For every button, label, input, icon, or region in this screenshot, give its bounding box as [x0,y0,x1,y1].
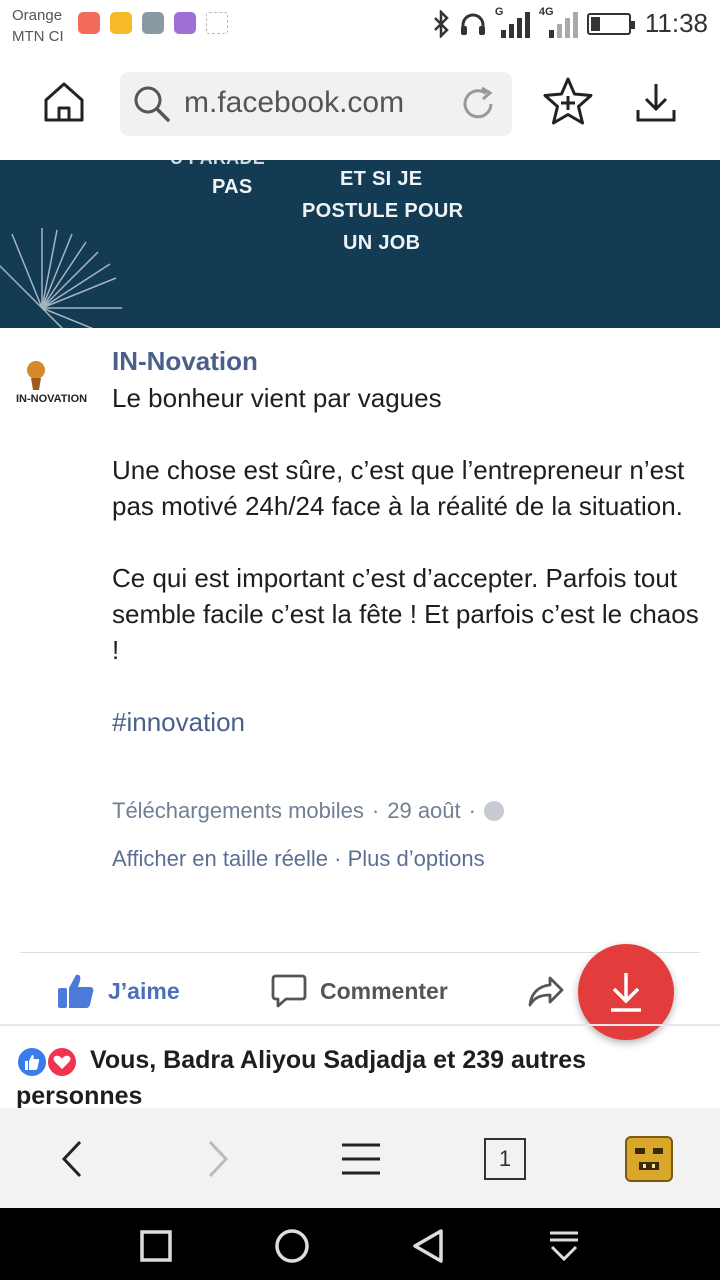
comment-icon [271,974,307,1008]
tabs-button[interactable]: 1 [480,1134,530,1184]
post-body: Le bonheur vient par vagues Une chose es… [112,380,712,776]
headphones-icon [460,13,485,35]
post-paragraph-1: Le bonheur vient par vagues [112,383,442,413]
post-paragraph-3: Ce qui est important c’est d’accepter. P… [112,563,699,665]
view-full-size-link[interactable]: Afficher en taille réelle [112,846,328,871]
mail-notification-icon [78,12,100,34]
love-reaction-icon [46,1046,78,1079]
pull-down-icon [550,1231,578,1262]
carrier-line-2: MTN CI [12,28,64,45]
menu-button[interactable] [336,1134,386,1184]
home-button[interactable] [36,74,92,130]
post-date-link[interactable]: 29 août [387,798,460,824]
forward-button[interactable] [192,1134,242,1184]
svg-text:IN-NOVATION: IN-NOVATION [16,393,87,405]
share-icon [528,976,564,1007]
address-bar[interactable]: m.facebook.com [120,72,512,136]
album-link[interactable]: Téléchargements mobiles [112,798,364,824]
chevron-right-icon [208,1140,229,1178]
download-icon [636,84,676,122]
globe-icon [483,801,504,821]
hero-right-line-1: ET SI JE [340,168,423,190]
status-bar: Orange MTN CI G 4G 11:38 [0,0,720,50]
game-button[interactable] [624,1134,674,1184]
bookmark-add-button[interactable] [540,74,596,130]
post-options: Afficher en taille réelle · Plus d’optio… [112,846,485,872]
square-icon [140,1230,172,1262]
bluetooth-icon [433,9,449,38]
innovation-logo-icon: IN-NOVATION [16,361,87,405]
meta-separator: · [371,798,380,823]
thumbs-up-icon [58,974,94,1008]
home-nav-button[interactable] [272,1226,312,1266]
recents-button[interactable] [136,1226,176,1266]
game-icon [625,1136,673,1182]
download-button[interactable] [628,74,684,130]
reactions-text: Vous, Badra Aliyou Sadjadja et 239 autre… [16,1046,587,1110]
circle-icon [275,1229,309,1263]
comment-label: Commenter [320,977,448,1004]
reload-icon[interactable] [458,84,498,124]
tab-count: 1 [484,1138,526,1180]
comment-button[interactable]: Commenter [270,972,448,1010]
like-button[interactable]: J’aime [56,972,180,1010]
notification-drawer-button[interactable] [544,1226,584,1266]
meta-separator: · [468,798,476,823]
post-image[interactable]: U PARADE PAS ET SI JE POSTULE POUR UN JO… [0,160,720,328]
gallery-notification-icon [174,12,196,34]
reactions-summary[interactable]: Vous, Badra Aliyou Sadjadja et 239 autre… [16,1042,716,1114]
post-meta: Téléchargements mobiles · 29 août · [112,798,504,824]
like-label: J’aime [108,977,180,1004]
hero-right-line-3: UN JOB [343,232,421,254]
divider [0,1024,720,1026]
hashtag-link[interactable]: #innovation [112,704,712,740]
share-button[interactable] [526,972,566,1010]
meta-separator: · [334,846,342,871]
network-g-label: G [494,5,504,18]
star-add-icon [543,77,593,125]
back-button[interactable] [48,1134,98,1184]
search-icon [134,86,170,122]
carrier-line-1: Orange [12,7,63,24]
author-logo[interactable]: IN-NOVATION [14,356,98,408]
carrier-label: Orange MTN CI [12,5,64,47]
browser-bottom-bar: 1 [0,1108,720,1208]
browser-toolbar: m.facebook.com [0,50,720,160]
signal-4g-icon: 4G [539,6,579,38]
hero-left-text: PAS [212,176,253,198]
signal-g-icon: G [495,6,531,38]
hero-right-line-2: POSTULE POUR [302,200,464,222]
battery-level [590,16,600,31]
download-icon [611,973,641,1012]
hero-cut-text: U PARADE [170,160,265,169]
battery-icon [586,12,635,35]
chevron-left-icon [61,1140,82,1178]
author-name-link[interactable]: IN-Novation [112,346,258,377]
sunburst-graphic [0,228,122,328]
more-options-link[interactable]: Plus d’options [348,846,485,871]
photo-notification-icon [142,12,164,34]
status-indicators: G 4G 11:38 [431,6,708,39]
book-notification-icon [206,12,228,34]
like-reaction-icon [16,1046,48,1079]
app-notification-icon [110,12,132,34]
post-paragraph-2: Une chose est sûre, c’est que l’entrepre… [112,455,685,521]
triangle-back-icon [413,1229,443,1263]
url-text: m.facebook.com [184,86,405,119]
clock: 11:38 [644,8,708,38]
home-icon [44,82,84,122]
network-4g-label: 4G [538,5,554,18]
system-nav-bar [0,1208,720,1280]
hamburger-menu-icon [342,1143,380,1175]
back-nav-button[interactable] [408,1226,448,1266]
reaction-icons [16,1046,80,1079]
notification-icons [78,12,228,34]
